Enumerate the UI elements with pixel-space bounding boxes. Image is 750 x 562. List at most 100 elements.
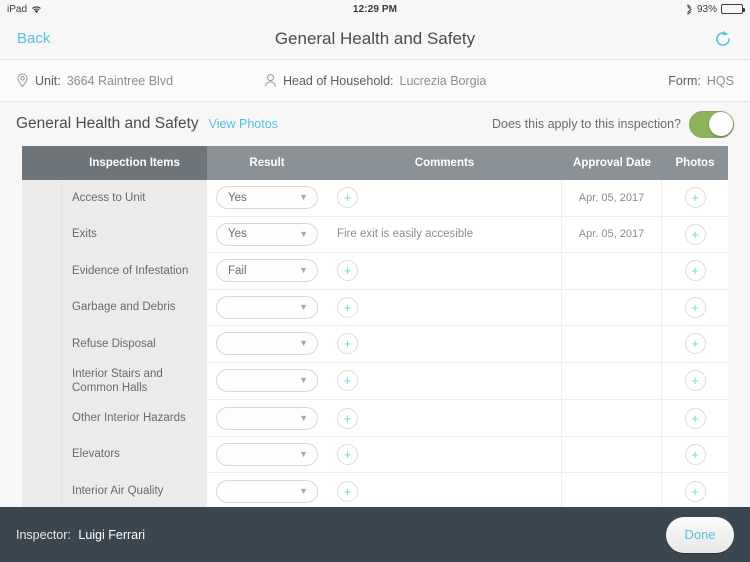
row-gutter [22,289,62,325]
table-row: Evidence of Infestation Fail ▼ + + [22,253,728,290]
comments-cell[interactable]: + [327,326,562,362]
refresh-icon[interactable] [712,28,734,50]
photos-cell: + [662,400,728,436]
status-bar-left: iPad [7,4,353,15]
comments-cell[interactable]: + [327,180,562,216]
result-cell: ▼ [207,290,327,326]
add-photo-button[interactable]: + [684,260,706,282]
section-header: General Health and Safety View Photos Do… [0,102,750,146]
add-comment-button[interactable]: + [337,296,358,318]
table-row: Elevators ▼ + + [22,436,728,474]
result-dropdown[interactable]: Fail ▼ [216,259,318,283]
page-title: General Health and Safety [274,28,476,48]
section-title: General Health and Safety [16,115,199,132]
inspector-label: Inspector: [16,527,71,542]
row-gutter [22,180,62,216]
photos-cell: + [662,180,728,216]
result-dropdown[interactable]: Yes ▼ [216,222,318,246]
row-gutter [22,362,62,400]
add-photo-button[interactable]: + [684,480,706,502]
head-of-household-value: Lucrezia Borgia [399,73,487,88]
table-row: Garbage and Debris ▼ + + [22,289,728,326]
result-cell: Yes ▼ [207,217,327,253]
result-cell: ▼ [207,326,327,362]
inspection-item-label: Other Interior Hazards [62,400,207,436]
comments-cell[interactable]: + [327,253,562,289]
result-dropdown[interactable]: ▼ [216,369,318,393]
status-bar-right: 93% [397,4,745,15]
photos-cell: + [662,253,728,289]
view-photos-link[interactable]: View Photos [209,117,278,131]
add-photo-button[interactable]: + [684,407,706,429]
result-dropdown[interactable]: ▼ [216,332,318,356]
result-dropdown[interactable]: Yes ▼ [216,186,318,210]
table-row: Refuse Disposal ▼ + + [22,326,728,363]
comments-cell[interactable]: + [327,289,562,325]
form-value: HQS [706,73,734,88]
result-dropdown-value: Fail [228,264,247,277]
comments-cell[interactable]: + [327,362,562,400]
chevron-down-icon: ▼ [299,375,308,386]
add-photo-button[interactable]: + [684,444,706,465]
inspection-table: Inspection Items Result Comments Approva… [22,146,728,510]
approval-date-cell: Apr. 05, 2017 [562,216,662,252]
done-button[interactable]: Done [666,516,734,553]
row-gutter [22,216,62,252]
applies-toggle-group: Does this apply to this inspection? [492,110,734,138]
result-dropdown-value: Yes [228,191,247,204]
comments-cell[interactable]: + [327,400,562,436]
add-comment-button[interactable]: + [337,407,358,429]
add-photo-button[interactable]: + [684,370,706,392]
unit-value: 3664 Raintree Blvd [66,73,174,88]
status-bar: iPad 12:29 PM 93% [0,0,750,18]
back-button[interactable]: Back [17,30,50,47]
result-dropdown[interactable]: ▼ [216,443,318,466]
row-gutter [22,253,62,289]
add-comment-button[interactable]: + [337,260,358,282]
result-dropdown[interactable]: ▼ [216,406,318,430]
result-cell: ▼ [207,400,327,436]
info-bar: Unit: 3664 Raintree Blvd Head of Househo… [0,60,750,102]
photos-cell: + [662,473,728,509]
inspection-item-label: Interior Air Quality [62,473,207,509]
add-comment-button[interactable]: + [337,187,358,209]
result-cell: Fail ▼ [207,253,327,289]
inspection-item-label: Interior Stairs and Common Halls [62,362,207,400]
applies-toggle-switch[interactable] [689,110,734,138]
app-screen: iPad 12:29 PM 93% Back General Health an… [0,0,750,562]
row-gutter [22,436,62,473]
add-comment-button[interactable]: + [337,333,358,355]
approval-date-cell [562,400,662,436]
add-photo-button[interactable]: + [684,333,706,355]
navigation-bar: Back General Health and Safety [0,18,750,60]
inspection-item-label: Refuse Disposal [62,326,207,362]
comments-cell[interactable]: Fire exit is easily accesible [327,216,562,252]
comments-cell[interactable]: + [327,436,562,473]
approval-date-cell [562,362,662,400]
result-dropdown[interactable]: ▼ [216,295,318,319]
photos-cell: + [662,326,728,362]
chevron-down-icon: ▼ [299,228,308,239]
approval-date-cell [562,253,662,289]
comments-cell[interactable]: + [327,473,562,509]
add-photo-button[interactable]: + [684,187,706,209]
result-cell: Yes ▼ [207,180,327,216]
result-dropdown[interactable]: ▼ [216,479,318,503]
add-comment-button[interactable]: + [337,480,358,502]
chevron-down-icon: ▼ [299,301,308,312]
result-cell: ▼ [207,473,327,509]
table-row: Interior Stairs and Common Halls ▼ + + [22,362,728,401]
approval-date-cell [562,289,662,325]
add-photo-button[interactable]: + [684,296,706,318]
add-comment-button[interactable]: + [337,444,358,465]
inspector-value: Luigi Ferrari [78,527,146,542]
wifi-icon [31,5,42,14]
add-photo-button[interactable]: + [684,223,706,245]
row-gutter [22,400,62,436]
chevron-down-icon: ▼ [299,412,308,423]
column-header-result: Result [207,146,327,180]
row-gutter [22,326,62,362]
head-of-household-info: Head of Household: Lucrezia Borgia [264,73,486,88]
photos-cell: + [662,290,728,326]
add-comment-button[interactable]: + [337,370,358,392]
